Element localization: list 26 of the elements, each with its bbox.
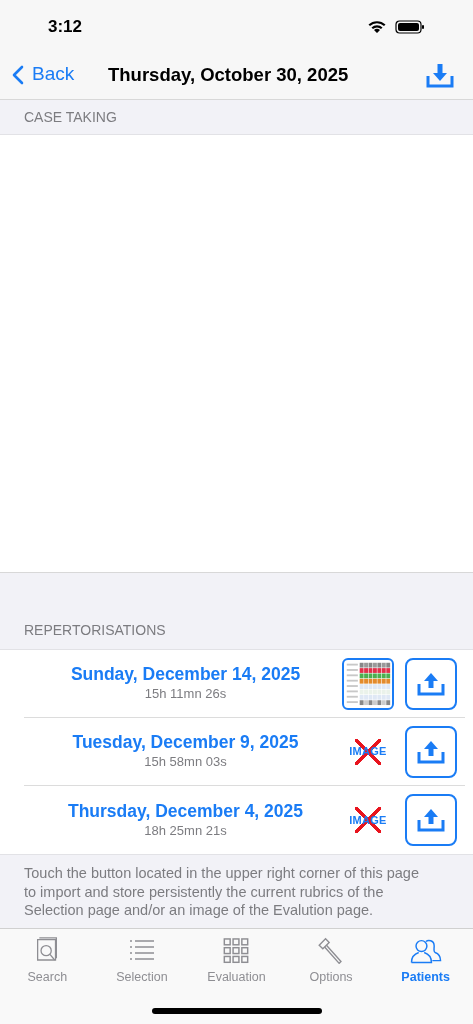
wifi-icon: [367, 20, 387, 34]
tab-item[interactable]: Search: [0, 937, 95, 987]
footer-note: Touch the button located in the upper right corner of this page to import and store persistently the current rubrics of the Selection page and/or an image of the Evalution page.: [24, 864, 420, 920]
upload-icon: [416, 807, 446, 833]
battery-icon: [395, 20, 425, 34]
repertorisation-duration: 15h 58mn 03s: [144, 754, 227, 771]
repertorisation-date[interactable]: Thursday, December 4, 2025: [67, 800, 304, 823]
nav-title: Thursday, October 30, 2025: [107, 62, 350, 87]
back-chevron-icon: [12, 64, 24, 85]
upload-button[interactable]: [405, 657, 457, 710]
tab-item[interactable]: Options: [283, 937, 379, 987]
status-time: 3:12: [48, 16, 83, 39]
upload-button[interactable]: [405, 725, 457, 778]
repertorisation-duration: 15h 11mn 26s: [144, 686, 227, 703]
repertorisation-duration: 18h 25mn 21s: [144, 822, 227, 840]
section-header: CASE TAKING: [24, 107, 117, 127]
evaluation-thumbnail[interactable]: [342, 657, 394, 710]
tab-item[interactable]: Selection: [94, 937, 190, 987]
repertorisation-date[interactable]: Tuesday, December 9, 2025: [72, 732, 299, 755]
section-header: REPERTORISATIONS: [24, 621, 166, 640]
tab-item[interactable]: Evaluation: [189, 937, 284, 987]
tab-item[interactable]: Patients: [378, 937, 473, 987]
upload-button[interactable]: [405, 794, 457, 846]
repertorisation-date[interactable]: Sunday, December 14, 2025: [70, 664, 301, 687]
back-button[interactable]: Back: [12, 60, 100, 89]
grid-icon: [222, 937, 251, 965]
